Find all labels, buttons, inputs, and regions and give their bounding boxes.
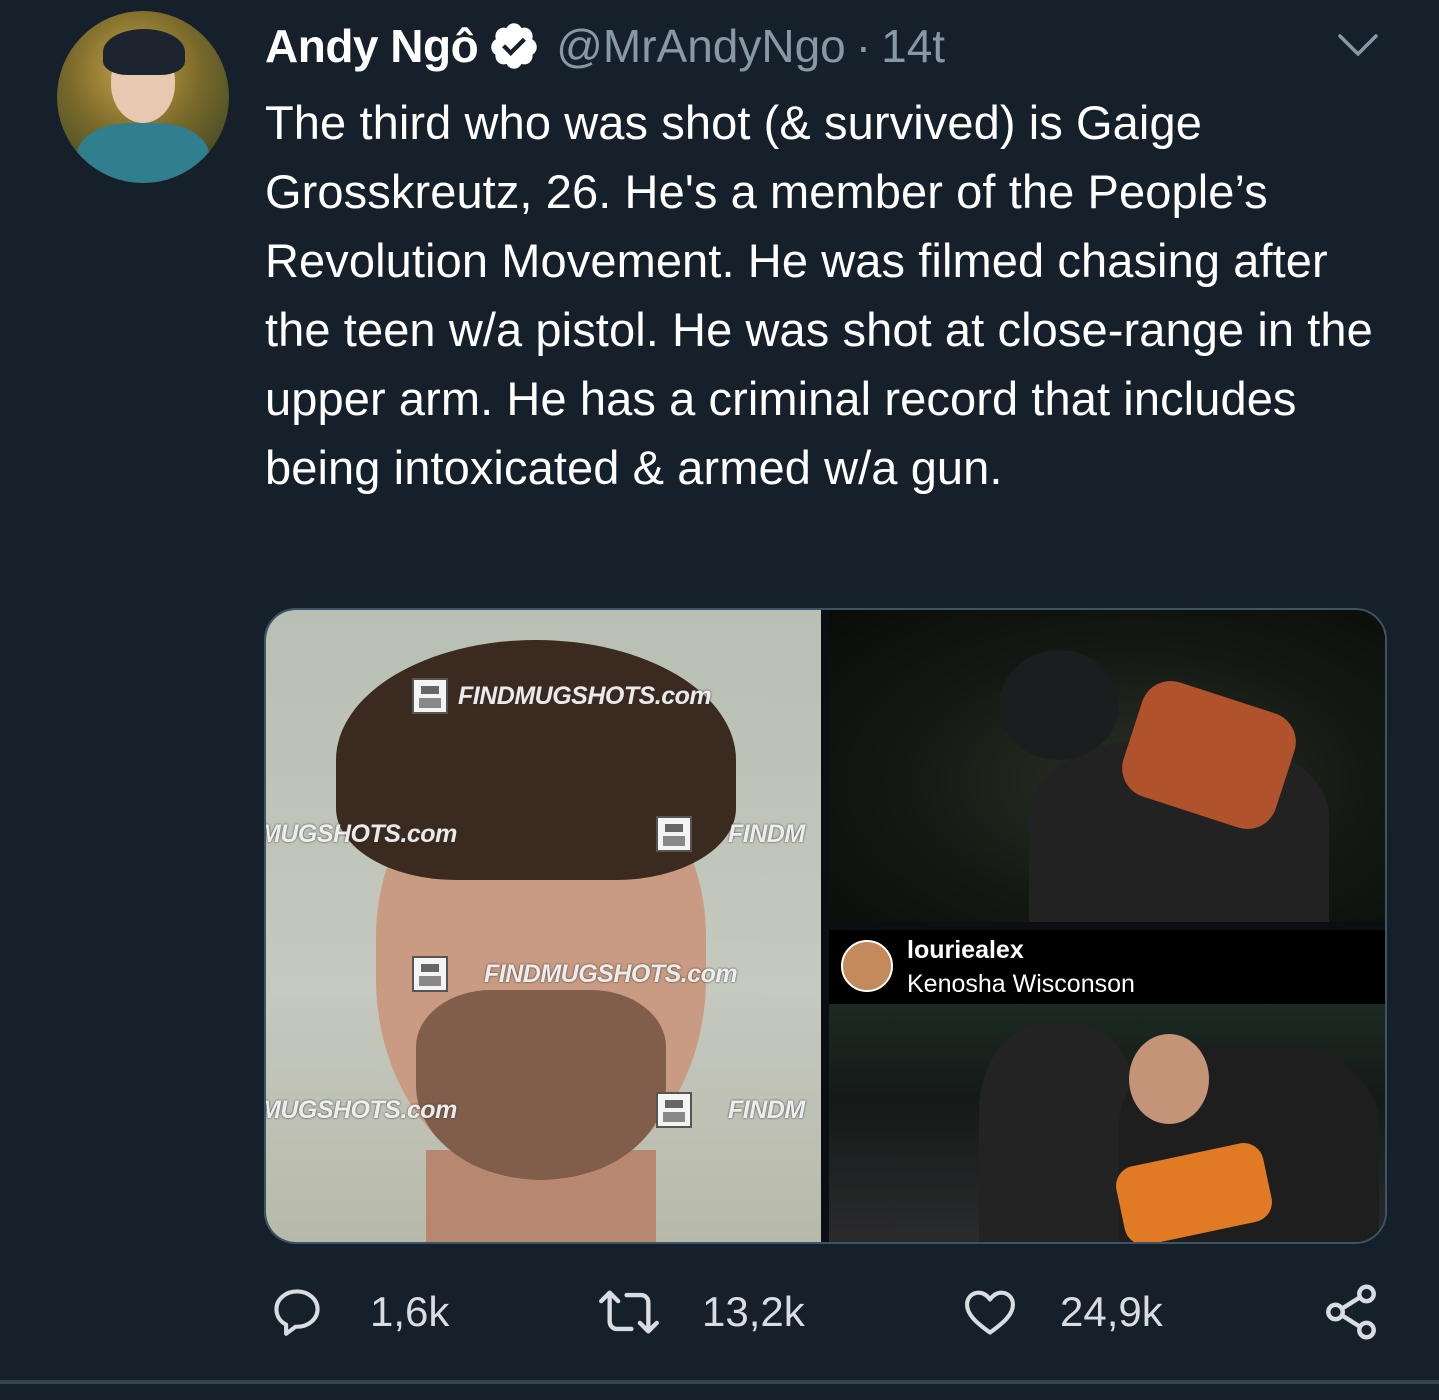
watermark-text: FINDM (728, 1095, 805, 1124)
reply-count: 1,6k (370, 1288, 450, 1335)
tweet-timestamp[interactable]: 14t (881, 19, 945, 73)
watermark-low-right: FINDM (656, 1092, 805, 1128)
reply-icon (274, 1289, 320, 1336)
tweet-text: The third who was shot (& survived) is G… (265, 96, 1373, 494)
instagram-avatar (841, 940, 893, 992)
chevron-down-icon[interactable] (1336, 30, 1380, 60)
share-button[interactable] (1320, 1276, 1382, 1348)
avatar-body (77, 123, 209, 183)
media-grid[interactable]: FINDMUGSHOTS.com MUGSHOTS.com FINDM FIND… (264, 608, 1387, 1244)
watermark-text: FINDMUGSHOTS.com (484, 959, 738, 988)
media-divider-horizontal (829, 922, 1385, 930)
tweet-header: Andy Ngô @MrAndyNgo · 14t (265, 18, 945, 74)
tweet-actions: 1,6k 13,2k 24,9k (0, 1276, 1439, 1348)
share-icon (1326, 1284, 1376, 1340)
watermark-top: FINDMUGSHOTS.com (412, 678, 712, 714)
retweet-count: 13,2k (702, 1288, 805, 1335)
watermark-icon (412, 956, 448, 992)
media-divider-vertical (821, 610, 829, 1242)
retweet-icon (599, 1290, 659, 1334)
avatar-hair (103, 29, 185, 75)
watermark-text: MUGSHOTS.com (264, 1096, 457, 1124)
street-photo-person-left (979, 1024, 1139, 1242)
separator-dot: · (855, 20, 872, 72)
retweet-button[interactable]: 13,2k (596, 1276, 805, 1348)
watermark-icon (412, 678, 448, 714)
watermark-text: FINDMUGSHOTS.com (458, 681, 712, 710)
watermark-icon (656, 816, 692, 852)
like-count: 24,9k (1060, 1288, 1163, 1335)
night-photo-head (999, 650, 1119, 760)
tweet-bottom-border (0, 1380, 1439, 1384)
instagram-location: Kenosha Wisconson (907, 970, 1135, 998)
watermark-icon (656, 1092, 692, 1128)
like-icon (964, 1290, 1016, 1335)
instagram-username: louriealex (907, 936, 1024, 964)
watermark-text: FINDM (728, 819, 805, 848)
reply-button[interactable]: 1,6k (268, 1276, 449, 1348)
night-photo[interactable] (829, 610, 1385, 930)
verified-badge-icon (491, 23, 537, 69)
mugshot-beard (416, 990, 666, 1180)
street-photo-face (1129, 1034, 1209, 1124)
watermark-low-left: MUGSHOTS.com (264, 1096, 457, 1125)
author-avatar[interactable] (57, 11, 229, 183)
author-name[interactable]: Andy Ngô (265, 19, 479, 73)
watermark-mid-left: MUGSHOTS.com (264, 820, 457, 849)
instagram-header: louriealex Kenosha Wisconson (829, 930, 1385, 1004)
mugshot-photo[interactable]: FINDMUGSHOTS.com MUGSHOTS.com FINDM FIND… (266, 610, 821, 1242)
like-button[interactable]: 24,9k (960, 1276, 1163, 1348)
author-handle[interactable]: @MrAndyNgo (556, 19, 846, 73)
watermark-mid-right: FINDM (656, 816, 805, 852)
watermark-center: FINDMUGSHOTS.com (412, 956, 738, 992)
watermark-text: MUGSHOTS.com (264, 820, 457, 848)
street-photo[interactable] (829, 1004, 1385, 1242)
